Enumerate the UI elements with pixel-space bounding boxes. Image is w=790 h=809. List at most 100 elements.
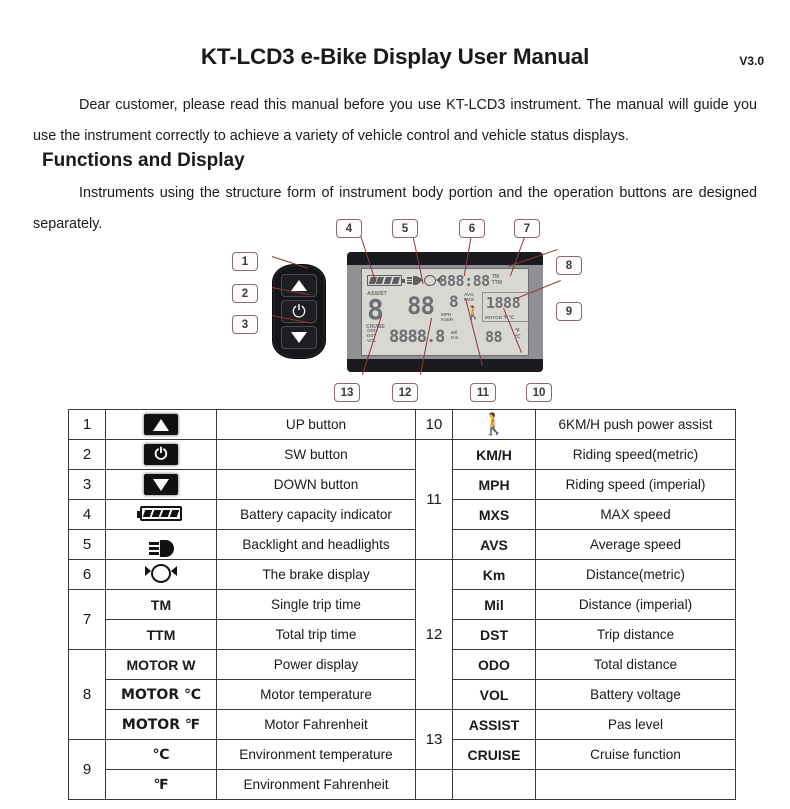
row-number: 8 xyxy=(68,649,106,740)
row-symbol-right: MPH xyxy=(452,469,536,500)
row-number: 3 xyxy=(68,469,106,500)
row-number: 9 xyxy=(68,739,106,800)
row-symbol-right: ASSIST xyxy=(452,709,536,740)
table-row: 6 The brake display 12 Km Distance(metri… xyxy=(68,559,736,710)
intro-paragraph: Dear customer, please read this manual b… xyxy=(33,97,757,144)
headlight-icon xyxy=(407,276,420,285)
row-description: Backlight and headlights xyxy=(216,529,416,560)
row-description-right: Riding speed(metric) xyxy=(535,439,736,470)
row-description-right: Riding speed (imperial) xyxy=(535,469,736,500)
lcd-bezel-bottom xyxy=(347,359,543,372)
lcd-distance-value: 8888.8 xyxy=(389,327,445,347)
callout-13: 13 xyxy=(334,383,360,402)
row-symbol-right: 🚶 xyxy=(452,409,536,440)
lcd-temperature-value: 88 xyxy=(485,328,503,346)
lcd-display-unit: 888:88 TM TTM ASSIST 8 CRUISE 88 8 MPH K… xyxy=(347,252,543,372)
lcd-ttm-label: TTM xyxy=(491,279,502,286)
power-icon: ⏻ xyxy=(292,302,306,321)
row-symbol xyxy=(105,559,217,590)
callout-6: 6 xyxy=(459,219,485,238)
row-number-right: 11 xyxy=(415,439,453,560)
row-symbol-right: AVS xyxy=(452,529,536,560)
lcd-motor-labels: MOTOR ℉ ℃ xyxy=(485,315,515,320)
lcd-km-label: Km xyxy=(451,335,459,341)
lcd-bottom-row: ODO DST VOL 8888.8 Mil Km 88 ℉ ℃ xyxy=(365,327,526,353)
row-symbol: TTM xyxy=(105,619,217,650)
row-description: Battery capacity indicator xyxy=(216,499,416,530)
row-description-right: Trip distance xyxy=(535,619,736,650)
walking-person-icon: 🚶 xyxy=(480,413,508,436)
table-row: 8 MOTOR W Power display ODO Total distan… xyxy=(68,649,736,740)
row-number: 4 xyxy=(68,499,106,530)
up-button-icon xyxy=(144,414,178,435)
row-description-right: Average speed xyxy=(535,529,736,560)
brake-icon xyxy=(419,275,440,286)
row-symbol-right: Km xyxy=(452,559,536,590)
callout-4: 4 xyxy=(336,219,362,238)
row-symbol xyxy=(105,529,217,560)
row-symbol-right: VOL xyxy=(452,679,536,710)
row-number-right-empty xyxy=(415,769,453,800)
row-number-right: 13 xyxy=(415,709,453,770)
lcd-speed-value: 88 xyxy=(407,292,435,320)
row-symbol: TM xyxy=(105,589,217,620)
row-symbol: ⏻ xyxy=(105,439,217,470)
row-description: The brake display xyxy=(216,559,416,590)
row-symbol: MOTOR W xyxy=(105,649,217,680)
table-row: 2 ⏻ SW button 11 KM/H Riding speed(metri… xyxy=(68,439,736,560)
row-symbol: ℉ xyxy=(105,769,217,800)
callout-9: 9 xyxy=(556,302,582,321)
table-row: MOTOR ℉ Motor Fahrenheit 13 ASSIST Pas l… xyxy=(69,709,736,770)
row-symbol-right: DST xyxy=(452,619,536,650)
row-description: Motor Fahrenheit xyxy=(216,709,416,740)
triangle-down-icon xyxy=(291,332,307,343)
callout-11: 11 xyxy=(470,383,496,402)
callout-5: 5 xyxy=(392,219,418,238)
row-description: UP button xyxy=(216,409,416,440)
row-description-right: Distance (imperial) xyxy=(535,589,736,620)
document-version: V3.0 xyxy=(739,54,764,68)
callout-3: 3 xyxy=(232,315,258,334)
lcd-kmh-label: Km/H xyxy=(441,317,453,323)
row-symbol-right: MXS xyxy=(452,499,536,530)
row-number: 6 xyxy=(68,559,106,590)
battery-icon xyxy=(137,505,182,521)
row-symbol-right: KM/H xyxy=(452,439,536,470)
row-symbol: ℃ xyxy=(105,739,217,770)
callout-2: 2 xyxy=(232,284,258,303)
row-description-right: Distance(metric) xyxy=(535,559,736,590)
row-number: 7 xyxy=(68,589,106,650)
callout-10: 10 xyxy=(526,383,552,402)
row-description-right: Total distance xyxy=(535,649,736,680)
lcd-top-row: 888:88 TM TTM xyxy=(365,271,526,290)
lcd-assist-value: 8 xyxy=(367,293,384,326)
row-description-right: MAX speed xyxy=(535,499,736,530)
remote-down-button[interactable] xyxy=(281,326,317,349)
row-description: Motor temperature xyxy=(216,679,416,710)
lcd-middle-row: ASSIST 8 CRUISE 88 8 MPH Km/H AVG MXS 🚶 … xyxy=(365,291,532,330)
row-symbol: MOTOR ℃ xyxy=(105,679,217,710)
row-description: Single trip time xyxy=(216,589,416,620)
row-number-right: 10 xyxy=(415,409,453,440)
callout-7: 7 xyxy=(514,219,540,238)
row-description: DOWN button xyxy=(216,469,416,500)
table-row: MOTOR ℃ Motor temperature VOL Battery vo… xyxy=(69,679,736,710)
table-row: 3 DOWN button MPH Riding speed (imperial… xyxy=(68,469,736,500)
down-button-icon xyxy=(144,474,178,495)
row-description: Power display xyxy=(216,649,416,680)
table-row: 9 ℃ Environment temperature CRUISE Cruis… xyxy=(68,739,736,800)
row-description-right: 6KM/H push power assist xyxy=(535,409,736,440)
table-row: 7 TM Single trip time Mil Distance (impe… xyxy=(68,589,736,650)
brake-icon xyxy=(145,563,177,583)
table-row: 1 UP button 10 🚶 6KM/H push power assist xyxy=(68,409,736,440)
callout-8: 8 xyxy=(556,256,582,275)
row-description-right: Battery voltage xyxy=(535,679,736,710)
triangle-up-icon xyxy=(291,280,307,291)
remote-control: ⏻ xyxy=(272,264,326,359)
lcd-time-labels: TM TTM xyxy=(491,274,502,286)
table-row: 5 Backlight and headlights AVS Average s… xyxy=(68,529,736,560)
headlight-icon xyxy=(148,540,174,558)
legend-table-body: 1 UP button 10 🚶 6KM/H push power assist… xyxy=(68,409,736,800)
row-number-right: 12 xyxy=(415,559,453,710)
row-number: 2 xyxy=(68,439,106,470)
